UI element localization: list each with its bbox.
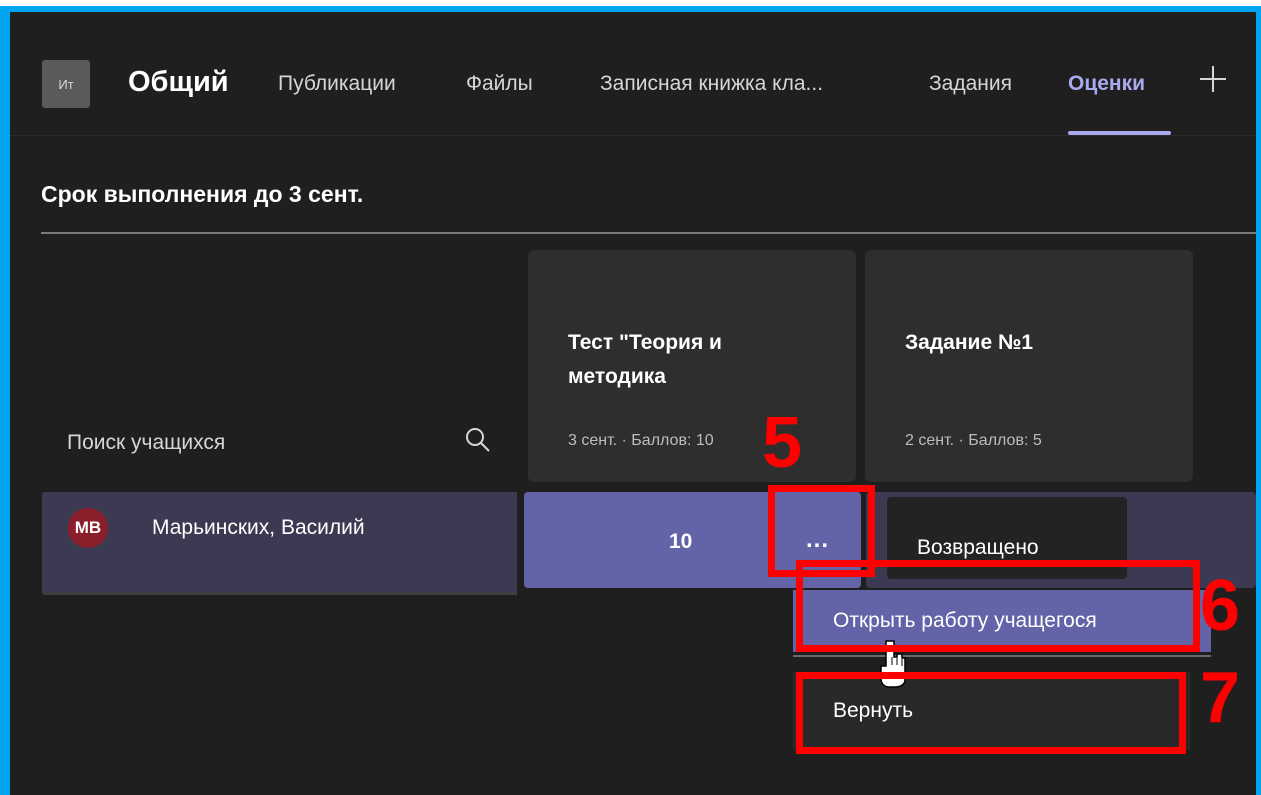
- annotation-number-6: 6: [1200, 566, 1241, 646]
- tab-assignments[interactable]: Задания: [929, 70, 1012, 98]
- section-divider: [41, 232, 1256, 234]
- grade-value: 10: [669, 530, 693, 553]
- tab-posts[interactable]: Публикации: [278, 70, 396, 98]
- search-icon[interactable]: [463, 425, 493, 455]
- assignment-meta: 3 сент. · Баллов: 10: [568, 432, 714, 449]
- annotation-box-6: [796, 560, 1200, 652]
- assignment-card-test[interactable]: Тест "Теория и методика 3 сент. · Баллов…: [528, 250, 856, 482]
- channel-title: Общий: [128, 66, 229, 98]
- annotation-number-7: 7: [1200, 658, 1241, 738]
- student-row[interactable]: МВ Марьинских, Василий: [42, 492, 517, 595]
- student-search-input[interactable]: Поиск учащихся: [67, 429, 225, 457]
- active-tab-indicator: [1068, 131, 1171, 135]
- teams-app: Ит Общий Публикации Файлы Записная книжк…: [10, 12, 1256, 795]
- tab-class-notebook[interactable]: Записная книжка кла...: [600, 70, 823, 98]
- due-date-heading: Срок выполнения до 3 сент.: [41, 181, 364, 207]
- tab-grades[interactable]: Оценки: [1068, 70, 1145, 98]
- plus-icon[interactable]: [1193, 59, 1233, 99]
- assignment-meta: 2 сент. · Баллов: 5: [905, 432, 1042, 449]
- assignment-card-task1[interactable]: Задание №1 2 сент. · Баллов: 5: [865, 250, 1193, 482]
- channel-header: Ит Общий Публикации Файлы Записная книжк…: [10, 12, 1256, 136]
- annotation-number-5: 5: [762, 403, 803, 483]
- avatar: МВ: [68, 508, 108, 548]
- menu-divider: [793, 655, 1211, 657]
- tab-files[interactable]: Файлы: [466, 70, 533, 98]
- team-avatar[interactable]: Ит: [42, 60, 90, 108]
- assignment-title: Тест "Теория и методика: [568, 331, 722, 388]
- student-name: Марьинских, Василий: [152, 516, 365, 539]
- annotation-box-7: [796, 672, 1186, 754]
- assignment-title: Задание №1: [905, 331, 1034, 354]
- status-label: Возвращено: [917, 536, 1039, 559]
